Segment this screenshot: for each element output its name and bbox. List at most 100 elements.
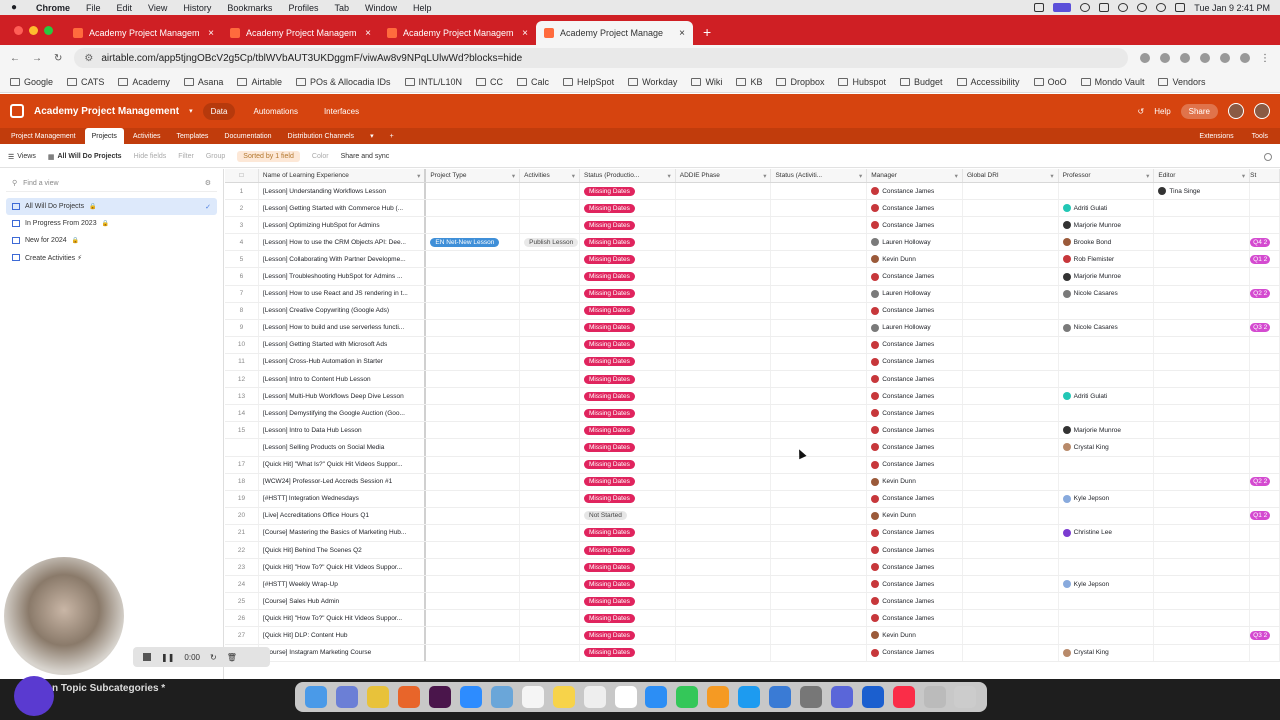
bookmark-item[interactable]: Google — [10, 77, 53, 87]
table-row[interactable]: 13 [Lesson] Multi-Hub Workflows Deep Dive… — [225, 388, 1280, 406]
global-dri-cell[interactable] — [963, 371, 1059, 388]
project-type-cell[interactable] — [426, 268, 521, 285]
record-name-cell[interactable]: [Quick Hit] DLP: Content Hub — [259, 627, 427, 644]
addie-phase-cell[interactable] — [676, 490, 772, 507]
professor-cell[interactable]: Rob Flemister — [1059, 251, 1155, 268]
professor-cell[interactable] — [1059, 405, 1155, 422]
addie-phase-cell[interactable] — [676, 439, 772, 456]
new-tab-icon[interactable]: + — [693, 24, 721, 45]
table-tab-distribution-channels[interactable]: Distribution Channels — [281, 128, 362, 144]
tab-interfaces[interactable]: Interfaces — [316, 103, 367, 120]
notifications-icon[interactable] — [1228, 103, 1244, 119]
addie-phase-cell[interactable] — [676, 234, 772, 251]
editor-cell[interactable] — [1154, 524, 1251, 541]
manager-cell[interactable]: Kevin Dunn — [867, 251, 963, 268]
wd-icon[interactable] — [861, 686, 884, 708]
manager-cell[interactable]: Constance James — [867, 439, 963, 456]
close-tab-icon[interactable]: × — [522, 28, 528, 39]
global-dri-cell[interactable] — [963, 268, 1059, 285]
status-cell[interactable]: Missing Dates — [580, 251, 676, 268]
global-dri-cell[interactable] — [963, 285, 1059, 302]
status-activities-cell[interactable] — [771, 644, 868, 661]
chevron-down-icon[interactable]: ▾ — [763, 172, 766, 180]
menu-bookmarks[interactable]: Bookmarks — [219, 3, 280, 13]
activities-cell[interactable] — [520, 422, 580, 439]
status-cell[interactable]: Missing Dates — [580, 541, 676, 559]
addie-phase-cell[interactable] — [676, 200, 772, 217]
bookmark-item[interactable]: CATS — [67, 77, 104, 87]
zoom-icon[interactable] — [1053, 3, 1072, 12]
st-cell[interactable] — [1250, 456, 1280, 473]
status-cell[interactable]: Missing Dates — [580, 439, 676, 456]
table-row[interactable]: 5 [Lesson] Collaborating With Partner Dev… — [225, 251, 1280, 269]
battery-icon[interactable] — [1099, 3, 1110, 12]
chevron-down-icon[interactable]: ▾ — [1050, 172, 1053, 180]
activities-cell[interactable] — [520, 576, 580, 593]
professor-cell[interactable]: Adriti Gulati — [1059, 200, 1155, 217]
sort-button[interactable]: Sorted by 1 field — [237, 151, 300, 162]
extensions-button[interactable]: Extensions — [1199, 133, 1233, 140]
project-type-cell[interactable] — [426, 524, 521, 541]
st-cell[interactable] — [1250, 541, 1280, 559]
status-cell[interactable]: Missing Dates — [580, 473, 676, 490]
table-row[interactable]: [Lesson] Selling Products on Social Medi… — [225, 439, 1280, 457]
pause-icon[interactable]: ❚❚ — [161, 653, 174, 662]
table-row[interactable]: 1 [Lesson] Understanding Workflows Lesson… — [225, 183, 1280, 201]
record-name-cell[interactable]: [Live] Accreditations Office Hours Q1 — [259, 507, 427, 524]
activities-cell[interactable] — [520, 405, 580, 422]
chevron-down-icon[interactable]: ▾ — [1242, 172, 1245, 180]
editor-cell[interactable] — [1154, 251, 1251, 268]
column-header[interactable]: Status (Activiti... ▾ — [771, 169, 868, 182]
professor-cell[interactable] — [1059, 302, 1155, 319]
activities-cell[interactable] — [520, 285, 580, 302]
row-number[interactable]: 12 — [225, 371, 259, 388]
status-activities-cell[interactable] — [771, 422, 868, 439]
status-cell[interactable]: Missing Dates — [580, 559, 676, 576]
project-type-cell[interactable] — [426, 473, 521, 490]
views-button[interactable]: ☰ Views — [8, 153, 36, 161]
record-name-cell[interactable]: [Lesson] Collaborating With Partner Deve… — [259, 251, 427, 268]
project-type-cell[interactable] — [426, 183, 521, 200]
project-type-cell[interactable] — [426, 644, 521, 661]
addie-phase-cell[interactable] — [676, 610, 772, 627]
bluetooth-icon[interactable] — [1118, 3, 1129, 12]
zoom-app-icon[interactable] — [459, 686, 482, 708]
addie-phase-cell[interactable] — [676, 473, 772, 490]
bookmark-item[interactable]: Vendors — [1158, 77, 1205, 87]
status-activities-cell[interactable] — [771, 541, 868, 559]
view-item-in-progress-2023[interactable]: In Progress From 2023 🔒 — [6, 215, 217, 232]
table-tab-projects[interactable]: Projects — [84, 128, 124, 144]
global-dri-cell[interactable] — [963, 473, 1059, 490]
hide-fields-button[interactable]: Hide fields — [134, 153, 167, 160]
project-type-cell[interactable] — [426, 336, 521, 353]
project-type-cell[interactable] — [426, 371, 521, 388]
apple-icon[interactable]: ● — [0, 2, 28, 13]
tools-button[interactable]: Tools — [1252, 133, 1268, 140]
column-header[interactable]: Name of Learning Experience ▾ — [259, 169, 427, 182]
st-cell[interactable]: Q1 2 — [1250, 507, 1280, 524]
st-cell[interactable] — [1250, 644, 1280, 661]
pages-icon[interactable] — [707, 686, 730, 708]
activities-cell[interactable] — [520, 490, 580, 507]
record-name-cell[interactable]: [Lesson] Troubleshooting HubSpot for Adm… — [259, 268, 427, 285]
status-activities-cell[interactable] — [771, 456, 868, 473]
status-cell[interactable]: Missing Dates — [580, 217, 676, 234]
browser-tab-active[interactable]: Academy Project Manage × — [536, 21, 693, 45]
table-tab-templates[interactable]: Templates — [170, 128, 216, 144]
bookmark-item[interactable]: HelpSpot — [563, 77, 614, 87]
bookmark-item[interactable]: Calc — [517, 77, 549, 87]
record-name-cell[interactable]: [Lesson] How to use React and JS renderi… — [259, 285, 427, 302]
professor-cell[interactable]: Nicole Casares — [1059, 319, 1155, 336]
activities-cell[interactable]: Publish Lesson — [520, 234, 580, 251]
status-activities-cell[interactable] — [771, 388, 868, 405]
addie-phase-cell[interactable] — [676, 422, 772, 439]
help-button[interactable]: Help — [1154, 107, 1170, 116]
table-row[interactable]: 8 [Lesson] Creative Copywriting (Google A… — [225, 302, 1280, 320]
table-row[interactable]: 17 [Quick Hit] "What Is?" Quick Hit Video… — [225, 456, 1280, 474]
status-activities-cell[interactable] — [771, 251, 868, 268]
status-cell[interactable]: Not Started — [580, 507, 676, 524]
professor-cell[interactable]: Crystal King — [1059, 439, 1155, 456]
table-row[interactable]: 14 [Lesson] Demystifying the Google Aucti… — [225, 405, 1280, 423]
status-activities-cell[interactable] — [771, 371, 868, 388]
addie-phase-cell[interactable] — [676, 507, 772, 524]
